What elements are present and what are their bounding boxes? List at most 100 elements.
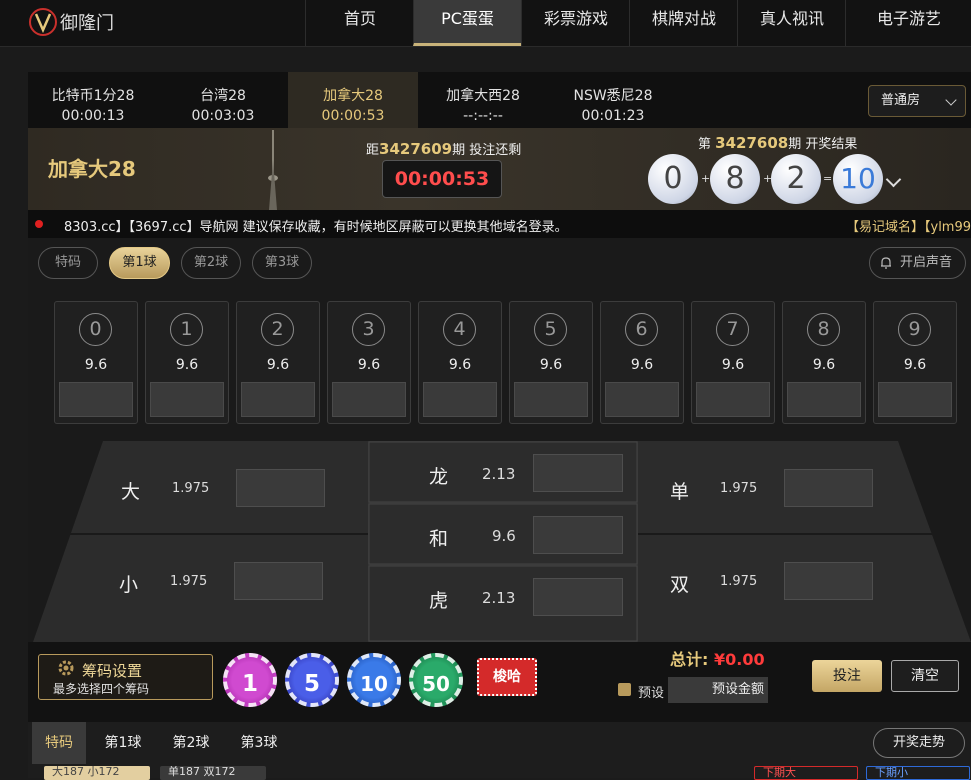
number-odds: 9.6 (630, 357, 654, 373)
bet-odd-input[interactable] (784, 469, 873, 507)
number-odds: 9.6 (357, 357, 381, 373)
bet-big-label: 大 (121, 481, 141, 503)
chip-10[interactable]: 10 (347, 653, 401, 707)
bet-tie-input[interactable] (533, 516, 623, 554)
notice-dot-icon (35, 220, 43, 228)
bet-small-input[interactable] (234, 562, 323, 600)
bet-dragon-input[interactable] (533, 454, 623, 492)
result-suffix: 期 开奖结果 (788, 137, 858, 152)
bet-amount-input[interactable] (241, 382, 315, 417)
lottery-tab-bitcoin28[interactable]: 比特币1分28 00:00:13 (28, 72, 158, 128)
chip-1[interactable]: 1 (223, 653, 277, 707)
bet-even-label: 双 (670, 574, 690, 596)
lottery-tab-name: 台湾28 (200, 88, 246, 104)
number-ball: 0 (79, 313, 112, 346)
chip-settings-subtitle: 最多选择四个筹码 (53, 682, 150, 696)
nav-lottery-games[interactable]: 彩票游戏 (521, 0, 630, 46)
result-ball: 2 (771, 154, 821, 204)
result-period: 3427608 (715, 134, 789, 152)
nav-electronic-games[interactable]: 电子游艺 (845, 0, 971, 46)
result-ball: 8 (710, 154, 760, 204)
result-tab-ball-2[interactable]: 第2球 (164, 722, 218, 764)
notice-text: 8303.cc】【3697.cc】导航网 建议保存收藏，有时候地区屏蔽可以更换其… (64, 220, 568, 235)
lottery-tab-canada-west28[interactable]: 加拿大西28 --:--:-- (418, 72, 548, 128)
number-card-2[interactable]: 2 9.6 (236, 301, 320, 424)
number-odds: 9.6 (84, 357, 108, 373)
lottery-tab-nsw28[interactable]: NSW悉尼28 00:01:23 (548, 72, 678, 128)
chip-settings-title: 筹码设置 (82, 662, 143, 680)
nav-chess-card[interactable]: 棋牌对战 (629, 0, 738, 46)
number-ball: 4 (443, 313, 476, 346)
bet-dragon-odds: 2.13 (482, 465, 516, 483)
bet-amount-input[interactable] (605, 382, 679, 417)
bet-amount-input[interactable] (423, 382, 497, 417)
nav-home[interactable]: 首页 (305, 0, 414, 46)
bet-amount-input[interactable] (332, 382, 406, 417)
clear-button[interactable]: 清空 (891, 660, 959, 692)
number-ball: 2 (261, 313, 294, 346)
number-odds: 9.6 (266, 357, 290, 373)
bet-big-input[interactable] (236, 469, 325, 507)
chip-5[interactable]: 5 (285, 653, 339, 707)
bet-amount-input[interactable] (878, 382, 952, 417)
lottery-tabs: 比特币1分28 00:00:13 台湾28 00:03:03 加拿大28 00:00:… (28, 72, 971, 128)
countdown-suffix: 期 投注还剩 (452, 143, 522, 158)
countdown-label: 距3427609期 投注还剩 (366, 139, 521, 158)
chip-50[interactable]: 50 (409, 653, 463, 707)
preset-amount-input[interactable]: 预设金额 (668, 677, 768, 703)
tab-ball-3[interactable]: 第3球 (252, 247, 312, 279)
number-card-4[interactable]: 4 9.6 (418, 301, 502, 424)
number-ball: 6 (625, 313, 658, 346)
bell-icon (881, 257, 891, 269)
number-card-7[interactable]: 7 9.6 (691, 301, 775, 424)
bet-big-odds: 1.975 (172, 481, 210, 496)
lottery-tab-time: 00:00:13 (61, 108, 125, 124)
nav-pc-dandan[interactable]: PC蛋蛋 (413, 0, 521, 46)
all-in-button[interactable]: 梭哈 (477, 658, 537, 696)
lottery-tab-taiwan28[interactable]: 台湾28 00:03:03 (158, 72, 288, 128)
draw-trend-button[interactable]: 开奖走势 (873, 728, 965, 758)
bet-amount-input[interactable] (696, 382, 770, 417)
number-card-8[interactable]: 8 9.6 (782, 301, 866, 424)
number-card-9[interactable]: 9 9.6 (873, 301, 957, 424)
number-ball: 1 (170, 313, 203, 346)
result-label: 第 3427608期 开奖结果 (698, 133, 857, 152)
bet-even-input[interactable] (784, 562, 873, 600)
lottery-tab-canada28[interactable]: 加拿大28 00:00:53 (288, 72, 418, 128)
number-odds: 9.6 (539, 357, 563, 373)
tab-ball-1[interactable]: 第1球 (109, 247, 170, 279)
lottery-tab-name: NSW悉尼28 (573, 88, 653, 104)
bet-odd-odds: 1.975 (720, 481, 758, 496)
preset-checkbox[interactable] (618, 683, 631, 696)
lottery-tab-name: 加拿大西28 (446, 88, 520, 104)
chevron-down-icon (945, 94, 957, 106)
result-tab-ball-1[interactable]: 第1球 (96, 722, 150, 764)
notice-text-right: 【易记域名】【ylm99 (846, 220, 971, 235)
bet-tiger-label: 虎 (429, 590, 449, 612)
lottery-tab-time: 00:03:03 (191, 108, 255, 124)
tab-special[interactable]: 特码 (38, 247, 98, 279)
bet-amount-input[interactable] (787, 382, 861, 417)
number-card-6[interactable]: 6 9.6 (600, 301, 684, 424)
number-card-5[interactable]: 5 9.6 (509, 301, 593, 424)
bet-amount-input[interactable] (150, 382, 224, 417)
bet-amount-input[interactable] (514, 382, 588, 417)
number-ball: 8 (807, 313, 840, 346)
result-tab-ball-3[interactable]: 第3球 (232, 722, 286, 764)
room-select[interactable]: 普通房 (868, 85, 966, 117)
brand-logo[interactable]: 御隆门 (28, 4, 128, 42)
result-prefix: 第 (698, 137, 716, 152)
number-card-1[interactable]: 1 9.6 (145, 301, 229, 424)
result-tab-special[interactable]: 特码 (32, 722, 86, 764)
result-operator: + (701, 172, 711, 185)
number-odds: 9.6 (812, 357, 836, 373)
number-odds: 9.6 (448, 357, 472, 373)
tab-ball-2[interactable]: 第2球 (181, 247, 241, 279)
place-bet-button[interactable]: 投注 (812, 660, 882, 692)
nav-live-video[interactable]: 真人视讯 (737, 0, 846, 46)
number-card-0[interactable]: 0 9.6 (54, 301, 138, 424)
bet-amount-input[interactable] (59, 382, 133, 417)
lottery-tab-time: 00:00:53 (321, 108, 385, 124)
bet-tiger-input[interactable] (533, 578, 623, 616)
number-card-3[interactable]: 3 9.6 (327, 301, 411, 424)
